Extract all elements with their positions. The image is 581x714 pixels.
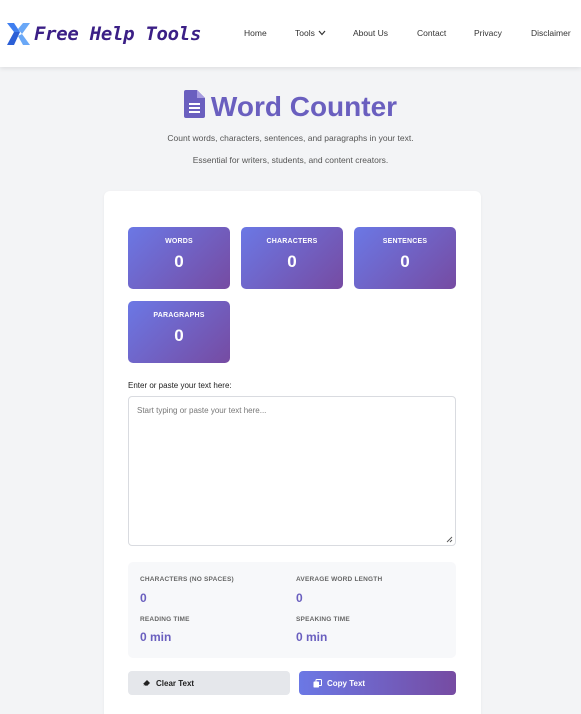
main-nav: Home Tools About Us Contact Privacy Disc… xyxy=(0,28,581,42)
stat-words: WORDS 0 xyxy=(128,227,230,289)
site-header: Free Help Tools Home Tools About Us Cont… xyxy=(0,0,581,67)
speaking-time-value: 0 min xyxy=(296,630,328,644)
document-icon xyxy=(183,90,205,123)
nav-about[interactable]: About Us xyxy=(353,28,388,38)
nav-contact[interactable]: Contact xyxy=(417,28,446,38)
stat-characters: CHARACTERS 0 xyxy=(241,227,343,289)
stat-value: 0 xyxy=(287,252,297,271)
copy-text-button[interactable]: Copy Text xyxy=(299,671,456,695)
stat-value: 0 xyxy=(174,326,184,345)
stat-label: PARAGRAPHS xyxy=(153,312,205,319)
avg-word-length-label: AVERAGE WORD LENGTH xyxy=(296,576,383,583)
page-title: Word Counter xyxy=(210,90,398,122)
chevron-down-icon xyxy=(318,30,326,38)
chars-no-spaces-label: CHARACTERS (NO SPACES) xyxy=(140,576,234,583)
stat-label: SENTENCES xyxy=(382,238,428,245)
nav-privacy[interactable]: Privacy xyxy=(474,28,502,38)
text-input-label: Enter or paste your text here: xyxy=(128,381,232,390)
nav-disclaimer[interactable]: Disclaimer xyxy=(531,28,571,38)
details-panel: CHARACTERS (NO SPACES) 0 AVERAGE WORD LE… xyxy=(128,562,456,658)
stat-value: 0 xyxy=(400,252,410,271)
eraser-icon xyxy=(142,679,151,687)
word-counter-card: WORDS 0 CHARACTERS 0 SENTENCES 0 PARAGRA… xyxy=(104,191,481,714)
page-heading: Word Counter xyxy=(0,90,581,123)
stat-value: 0 xyxy=(174,252,184,271)
stat-label: WORDS xyxy=(165,238,193,245)
clear-text-button[interactable]: Clear Text xyxy=(128,671,290,695)
resize-handle-icon[interactable] xyxy=(445,535,453,543)
chars-no-spaces-value: 0 xyxy=(140,591,147,605)
clear-text-label: Clear Text xyxy=(156,678,195,688)
nav-tools[interactable]: Tools xyxy=(295,28,326,38)
copy-icon xyxy=(313,678,322,688)
stat-paragraphs: PARAGRAPHS 0 xyxy=(128,301,230,363)
avg-word-length-value: 0 xyxy=(296,591,303,605)
stat-label: CHARACTERS xyxy=(266,238,318,245)
text-input[interactable] xyxy=(128,396,456,546)
page-subtitle-2: Essential for writers, students, and con… xyxy=(192,155,389,165)
nav-home[interactable]: Home xyxy=(244,28,267,38)
speaking-time-label: SPEAKING TIME xyxy=(296,616,350,623)
reading-time-value: 0 min xyxy=(140,630,172,644)
copy-text-label: Copy Text xyxy=(327,678,366,688)
reading-time-label: READING TIME xyxy=(140,616,190,623)
page-subtitle-1: Count words, characters, sentences, and … xyxy=(167,133,414,143)
stat-sentences: SENTENCES 0 xyxy=(354,227,456,289)
nav-tools-label: Tools xyxy=(295,28,315,38)
